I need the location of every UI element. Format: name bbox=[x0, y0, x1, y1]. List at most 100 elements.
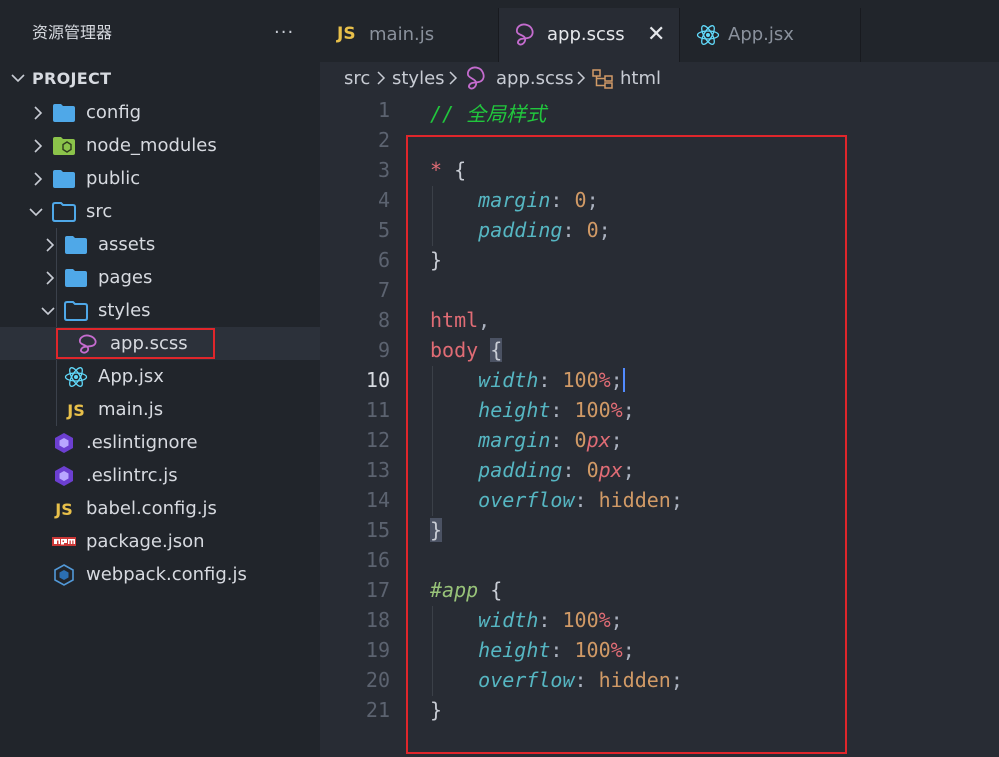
tab-app-jsx[interactable]: App.jsx bbox=[680, 8, 860, 62]
react-icon bbox=[696, 23, 720, 52]
chevron-right-icon bbox=[44, 270, 56, 290]
tree-item-main-js[interactable]: JS main.js bbox=[0, 393, 320, 426]
tree-item-app-jsx[interactable]: App.jsx bbox=[0, 360, 320, 393]
tree-item-assets[interactable]: assets bbox=[0, 228, 320, 261]
folder-icon bbox=[52, 169, 76, 189]
symbol-structure-icon bbox=[592, 69, 614, 94]
tree-item-label: styles bbox=[98, 300, 151, 321]
tree-item-config[interactable]: config bbox=[0, 96, 320, 129]
chevron-down-icon bbox=[28, 204, 44, 224]
line-number: 19 bbox=[365, 638, 390, 662]
tree-item-label: .eslintrc.js bbox=[86, 465, 178, 486]
chevron-right-icon bbox=[576, 70, 586, 91]
tree-item-label: config bbox=[86, 102, 142, 123]
tree-item-label: pages bbox=[98, 267, 153, 288]
project-label: PROJECT bbox=[32, 69, 112, 88]
react-icon bbox=[64, 367, 88, 387]
tree-item-label: main.js bbox=[98, 399, 164, 420]
node-folder-icon bbox=[52, 136, 76, 156]
line-number: 7 bbox=[377, 278, 390, 302]
tree-item-src[interactable]: src bbox=[0, 195, 320, 228]
line-number: 11 bbox=[365, 398, 390, 422]
chevron-right-icon bbox=[32, 171, 44, 191]
line-number: 1 bbox=[377, 98, 390, 122]
editor-tab-bar: JS main.js app.scss ✕ App.jsx bbox=[320, 0, 999, 62]
line-number: 20 bbox=[365, 668, 390, 692]
javascript-icon: JS bbox=[337, 24, 356, 44]
folder-icon bbox=[52, 103, 76, 123]
line-number: 3 bbox=[377, 158, 390, 182]
tree-item-pages[interactable]: pages bbox=[0, 261, 320, 294]
tree-item-label: babel.config.js bbox=[86, 498, 217, 519]
tree-item-label: package.json bbox=[86, 531, 205, 552]
tab-label: App.jsx bbox=[728, 24, 794, 45]
line-number: 18 bbox=[365, 608, 390, 632]
chevron-right-icon bbox=[376, 70, 386, 91]
sass-icon bbox=[464, 65, 488, 98]
webpack-icon bbox=[52, 564, 76, 586]
line-number: 12 bbox=[365, 428, 390, 452]
code-highlight-box bbox=[406, 135, 847, 754]
javascript-icon: JS bbox=[67, 400, 85, 420]
tree-item-label: public bbox=[86, 168, 141, 189]
tree-item-label: assets bbox=[98, 234, 156, 255]
tree-item-package-json[interactable]: package.json bbox=[0, 525, 320, 558]
line-number: 8 bbox=[377, 308, 390, 332]
tree-item-label: node_modules bbox=[86, 135, 217, 156]
chevron-right-icon bbox=[448, 70, 458, 91]
chevron-right-icon bbox=[32, 138, 44, 158]
line-number: 6 bbox=[377, 248, 390, 272]
tab-label: main.js bbox=[369, 24, 435, 45]
folder-open-icon bbox=[64, 301, 88, 321]
chevron-right-icon bbox=[44, 237, 56, 257]
line-number: 16 bbox=[365, 548, 390, 572]
tree-item-babel-config[interactable]: JS babel.config.js bbox=[0, 492, 320, 525]
breadcrumb-item-file[interactable]: app.scss bbox=[496, 68, 574, 89]
tree-item-node-modules[interactable]: node_modules bbox=[0, 129, 320, 162]
breadcrumb-item-symbol[interactable]: html bbox=[620, 68, 661, 89]
folder-open-icon bbox=[52, 202, 76, 222]
tree-item-label: App.jsx bbox=[98, 366, 164, 387]
explorer-sidebar: 资源管理器 ··· PROJECT config node_modules pu… bbox=[0, 0, 320, 757]
tree-item-public[interactable]: public bbox=[0, 162, 320, 195]
breadcrumb: src styles app.scss html bbox=[320, 62, 999, 96]
tree-item-label: .eslintignore bbox=[86, 432, 198, 453]
tree-item-eslintignore[interactable]: .eslintignore bbox=[0, 426, 320, 459]
tab-app-scss[interactable]: app.scss ✕ bbox=[499, 8, 679, 62]
tab-label: app.scss bbox=[547, 24, 625, 45]
breadcrumb-item-src[interactable]: src bbox=[344, 68, 370, 89]
explorer-title: 资源管理器 bbox=[32, 23, 113, 42]
tree-item-eslintrc[interactable]: .eslintrc.js bbox=[0, 459, 320, 492]
line-number-current: 10 bbox=[365, 368, 390, 392]
line-number: 5 bbox=[377, 218, 390, 242]
folder-icon bbox=[64, 268, 88, 288]
javascript-icon: JS bbox=[55, 499, 73, 519]
chevron-down-icon bbox=[40, 303, 56, 323]
line-number: 9 bbox=[377, 338, 390, 362]
line-number: 2 bbox=[377, 128, 390, 152]
chevron-right-icon bbox=[32, 105, 44, 125]
more-actions-button[interactable]: ··· bbox=[274, 22, 294, 43]
close-tab-button[interactable]: ✕ bbox=[647, 22, 665, 47]
tree-item-webpack-config[interactable]: webpack.config.js bbox=[0, 558, 320, 591]
project-section-header[interactable]: PROJECT bbox=[0, 62, 320, 95]
tab-main-js[interactable]: JS main.js bbox=[320, 8, 498, 62]
chevron-down-icon bbox=[10, 70, 26, 90]
code-comment: // 全局样式 bbox=[430, 102, 547, 126]
tree-item-styles[interactable]: styles bbox=[0, 294, 320, 327]
line-number: 15 bbox=[365, 518, 390, 542]
tab-divider bbox=[860, 8, 861, 62]
eslint-icon bbox=[52, 433, 76, 453]
eslint-icon bbox=[52, 466, 76, 486]
tree-item-label: src bbox=[86, 201, 113, 222]
line-number: 13 bbox=[365, 458, 390, 482]
line-number: 14 bbox=[365, 488, 390, 512]
highlight-box bbox=[56, 328, 215, 359]
tree-item-label: webpack.config.js bbox=[86, 564, 247, 585]
breadcrumb-item-styles[interactable]: styles bbox=[392, 68, 445, 89]
line-number: 17 bbox=[365, 578, 390, 602]
line-number: 4 bbox=[377, 188, 390, 212]
folder-icon bbox=[64, 235, 88, 255]
line-number: 21 bbox=[365, 698, 390, 722]
npm-icon bbox=[52, 532, 76, 552]
